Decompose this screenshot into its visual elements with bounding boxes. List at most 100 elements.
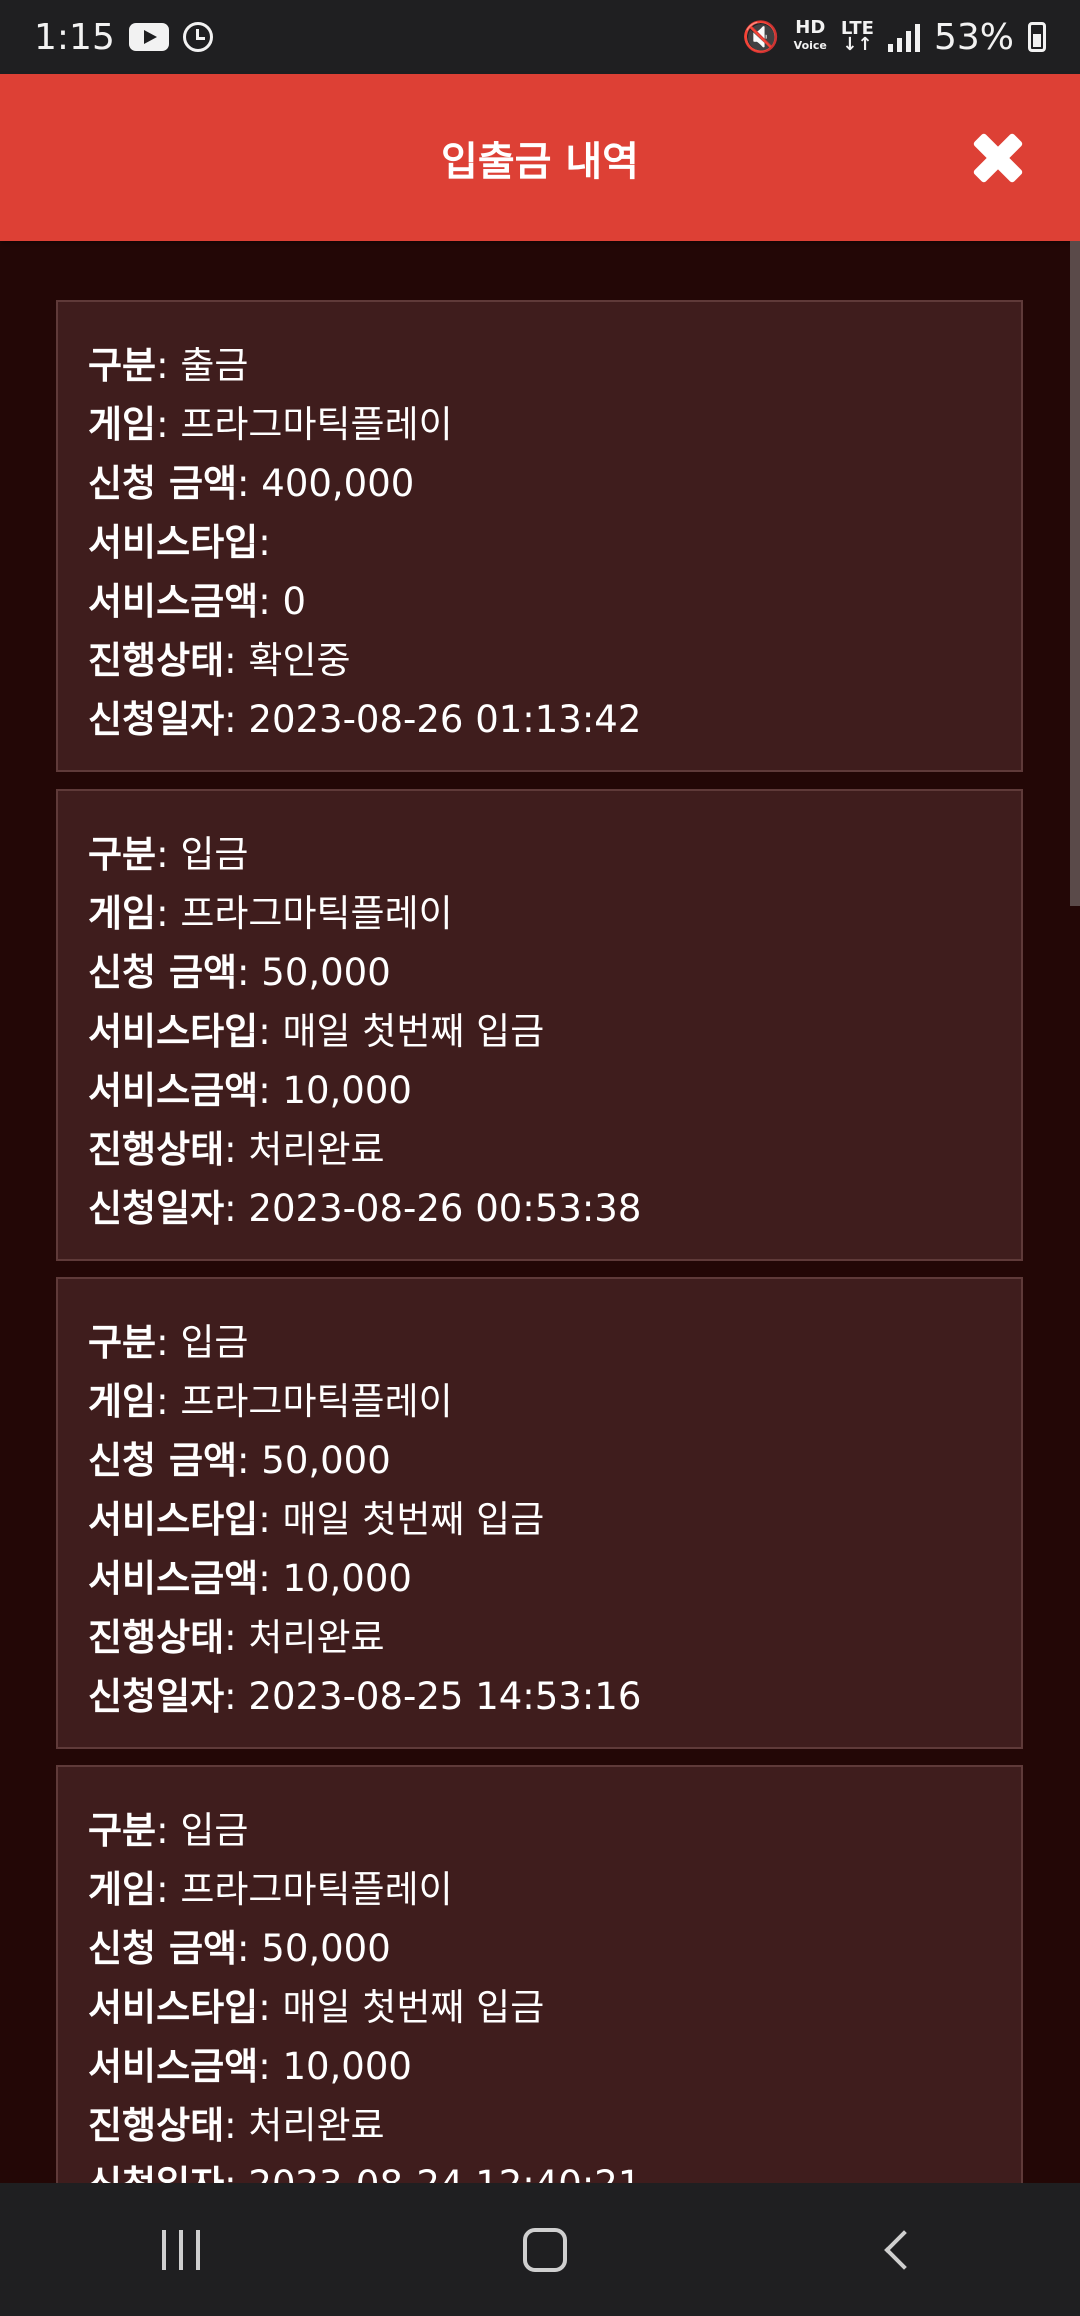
date-label: 신청일자 bbox=[88, 1675, 225, 1718]
page-header: 입출금 내역 bbox=[0, 74, 1080, 241]
game-value: 프라그마틱플레이 bbox=[180, 403, 453, 446]
transaction-card: 구분: 출금 게임: 프라그마틱플레이 신청 금액: 400,000 서비스타입… bbox=[56, 300, 1023, 772]
row-status: 진행상태: 처리완료 bbox=[88, 1128, 385, 1171]
row-type: 구분: 출금 bbox=[88, 344, 249, 387]
game-value: 프라그마틱플레이 bbox=[180, 1868, 453, 1911]
game-label: 게임 bbox=[88, 1868, 157, 1911]
type-label: 구분 bbox=[88, 833, 157, 876]
home-button[interactable] bbox=[522, 2227, 567, 2272]
service-type-value: 매일 첫번째 입금 bbox=[282, 1498, 545, 1541]
transaction-card: 구분: 입금 게임: 프라그마틱플레이 신청 금액: 50,000 서비스타입:… bbox=[56, 1277, 1023, 1749]
row-date: 신청일자: 2023-08-24 12:40:21 bbox=[88, 2155, 1021, 2183]
game-value: 프라그마틱플레이 bbox=[180, 892, 453, 935]
row-service-amount: 서비스금액: 10,000 bbox=[88, 2045, 412, 2088]
battery-percent: 53% bbox=[933, 16, 1014, 58]
amount-label: 신청 금액 bbox=[88, 951, 238, 994]
hd-label: HD bbox=[795, 17, 826, 38]
row-game: 게임: 프라그마틱플레이 bbox=[88, 1868, 453, 1911]
date-value: 2023-08-26 00:53:38 bbox=[248, 1187, 642, 1230]
lte-label: LTE bbox=[840, 18, 874, 39]
back-button[interactable] bbox=[884, 2229, 925, 2270]
status-value: 처리완료 bbox=[248, 1616, 385, 1659]
service-type-label: 서비스타입 bbox=[88, 521, 259, 564]
row-amount: 신청 금액: 50,000 bbox=[88, 1927, 391, 1970]
row-service-amount: 서비스금액: 0 bbox=[88, 580, 306, 623]
row-date: 신청일자: 2023-08-26 01:13:42 bbox=[88, 698, 642, 741]
row-amount: 신청 금액: 400,000 bbox=[88, 462, 415, 505]
status-time: 1:15 bbox=[34, 16, 115, 58]
row-game: 게임: 프라그마틱플레이 bbox=[88, 403, 453, 446]
service-amount-label: 서비스금액 bbox=[88, 1557, 259, 1600]
row-service-type: 서비스타입: 매일 첫번째 입금 bbox=[88, 1010, 545, 1053]
service-type-label: 서비스타입 bbox=[88, 1498, 259, 1541]
row-game: 게임: 프라그마틱플레이 bbox=[88, 892, 453, 935]
type-label: 구분 bbox=[88, 344, 157, 387]
game-label: 게임 bbox=[88, 892, 157, 935]
service-amount-value: 0 bbox=[282, 580, 306, 623]
status-value: 처리완료 bbox=[248, 1128, 385, 1171]
row-status: 진행상태: 확인중 bbox=[88, 639, 351, 682]
status-right: 🔇 HD Voice LTE ↓↑ 53% bbox=[742, 17, 1046, 58]
type-value: 입금 bbox=[180, 1321, 249, 1364]
service-type-value: 매일 첫번째 입금 bbox=[282, 1010, 545, 1053]
row-type: 구분: 입금 bbox=[88, 833, 249, 876]
status-value: 확인중 bbox=[248, 639, 351, 682]
type-label: 구분 bbox=[88, 1809, 157, 1852]
signal-icon bbox=[887, 22, 920, 52]
service-amount-label: 서비스금액 bbox=[88, 1069, 259, 1112]
game-label: 게임 bbox=[88, 403, 157, 446]
date-value: 2023-08-26 01:13:42 bbox=[248, 698, 642, 741]
page-title: 입출금 내역 bbox=[441, 138, 639, 185]
amount-label: 신청 금액 bbox=[88, 462, 238, 505]
row-date: 신청일자: 2023-08-25 14:53:16 bbox=[88, 1675, 642, 1718]
scrollbar[interactable] bbox=[1070, 241, 1080, 906]
date-label: 신청일자 bbox=[88, 2163, 224, 2183]
transaction-card: 구분: 입금 게임: 프라그마틱플레이 신청 금액: 50,000 서비스타입:… bbox=[56, 1765, 1023, 2183]
type-value: 입금 bbox=[180, 1809, 249, 1852]
status-label: 진행상태 bbox=[88, 1128, 225, 1171]
transaction-list[interactable]: 구분: 출금 게임: 프라그마틱플레이 신청 금액: 400,000 서비스타입… bbox=[0, 241, 1070, 2183]
service-type-label: 서비스타입 bbox=[88, 1010, 259, 1053]
status-label: 진행상태 bbox=[88, 639, 225, 682]
game-value: 프라그마틱플레이 bbox=[180, 1380, 453, 1423]
navigation-bar bbox=[0, 2183, 1080, 2316]
hd-voice-icon: HD Voice bbox=[793, 17, 827, 54]
amount-value: 50,000 bbox=[261, 1439, 391, 1482]
amount-label: 신청 금액 bbox=[88, 1927, 238, 1970]
type-value: 출금 bbox=[180, 344, 249, 387]
row-type: 구분: 입금 bbox=[88, 1321, 249, 1364]
row-type: 구분: 입금 bbox=[88, 1809, 249, 1852]
status-label: 진행상태 bbox=[88, 1616, 225, 1659]
service-amount-value: 10,000 bbox=[282, 2045, 412, 2088]
status-left: 1:15 bbox=[34, 17, 213, 58]
status-label: 진행상태 bbox=[88, 2104, 225, 2147]
recent-apps-button[interactable] bbox=[161, 2229, 200, 2270]
row-service-amount: 서비스금액: 10,000 bbox=[88, 1069, 412, 1112]
row-status: 진행상태: 처리완료 bbox=[88, 2104, 385, 2147]
date-label: 신청일자 bbox=[88, 1187, 225, 1230]
game-label: 게임 bbox=[88, 1380, 157, 1423]
row-amount: 신청 금액: 50,000 bbox=[88, 1439, 391, 1482]
date-value: 2023-08-25 14:53:16 bbox=[248, 1675, 642, 1718]
date-label: 신청일자 bbox=[88, 698, 225, 741]
type-value: 입금 bbox=[180, 833, 249, 876]
service-type-label: 서비스타입 bbox=[88, 1986, 259, 2029]
amount-value: 400,000 bbox=[261, 462, 415, 505]
type-label: 구분 bbox=[88, 1321, 157, 1364]
row-service-type: 서비스타입: bbox=[88, 521, 271, 564]
row-service-amount: 서비스금액: 10,000 bbox=[88, 1557, 412, 1600]
status-bar: 1:15 🔇 HD Voice LTE ↓↑ 53% bbox=[0, 0, 1080, 74]
youtube-icon bbox=[128, 23, 169, 51]
amount-value: 50,000 bbox=[261, 1927, 391, 1970]
service-amount-value: 10,000 bbox=[282, 1069, 412, 1112]
row-game: 게임: 프라그마틱플레이 bbox=[88, 1380, 453, 1423]
row-status: 진행상태: 처리완료 bbox=[88, 1616, 385, 1659]
voice-label: Voice bbox=[793, 39, 827, 52]
service-type-value: 매일 첫번째 입금 bbox=[282, 1986, 545, 2029]
transaction-card: 구분: 입금 게임: 프라그마틱플레이 신청 금액: 50,000 서비스타입:… bbox=[56, 789, 1023, 1261]
close-button[interactable] bbox=[968, 128, 1028, 188]
mute-icon: 🔇 bbox=[742, 19, 780, 55]
row-service-type: 서비스타입: 매일 첫번째 입금 bbox=[88, 1498, 545, 1541]
service-amount-label: 서비스금액 bbox=[88, 2045, 259, 2088]
service-amount-value: 10,000 bbox=[282, 1557, 412, 1600]
